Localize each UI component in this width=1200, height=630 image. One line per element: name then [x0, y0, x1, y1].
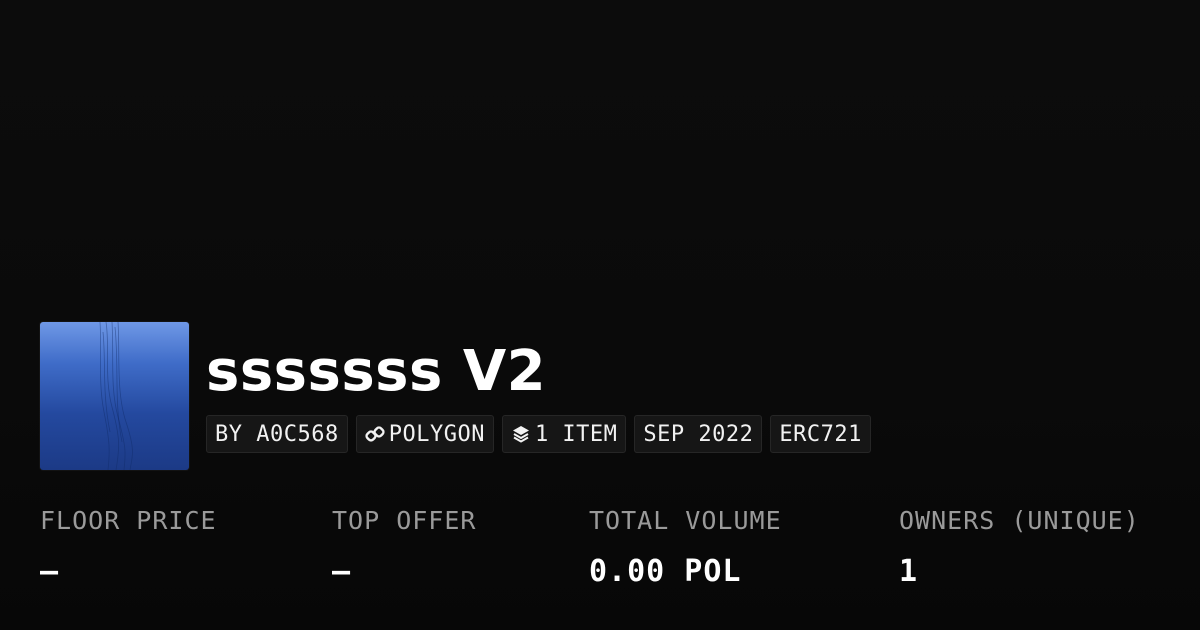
owners-value: 1	[899, 554, 919, 589]
chain-label: POLYGON	[388, 421, 485, 447]
top-offer-stat: TOP OFFER –	[332, 503, 476, 591]
floor-price-label: FLOOR PRICE	[40, 506, 217, 535]
floor-price-stat: FLOOR PRICE –	[40, 503, 217, 591]
owners-stat: OWNERS (UNIQUE) 1	[899, 503, 1140, 591]
items-label: 1 ITEM	[534, 421, 618, 447]
date-label: SEP 2022	[643, 421, 754, 447]
items-tag[interactable]: 1 ITEM	[501, 415, 627, 453]
creator-label: BY A0C568	[215, 421, 339, 447]
total-volume-value: 0.00 POL	[589, 554, 742, 589]
collection-avatar	[40, 322, 189, 470]
total-volume-stat: TOTAL VOLUME 0.00 POL	[589, 503, 782, 591]
standard-label: ERC721	[779, 421, 862, 447]
link-icon	[365, 424, 385, 444]
collection-tags: BY A0C568 POLYGON 1 ITEM SEP 2022 ERC721	[206, 415, 871, 453]
date-tag: SEP 2022	[634, 415, 763, 453]
collection-title: sssssss V2	[206, 339, 547, 404]
avatar-artwork	[99, 322, 133, 470]
chain-tag[interactable]: POLYGON	[355, 415, 494, 453]
creator-tag[interactable]: BY A0C568	[206, 415, 348, 453]
floor-price-value: –	[40, 554, 60, 589]
layers-icon	[511, 424, 531, 444]
standard-tag: ERC721	[770, 415, 871, 453]
owners-label: OWNERS (UNIQUE)	[899, 506, 1140, 535]
top-offer-label: TOP OFFER	[332, 506, 477, 535]
total-volume-label: TOTAL VOLUME	[589, 506, 782, 535]
top-offer-value: –	[332, 554, 352, 589]
